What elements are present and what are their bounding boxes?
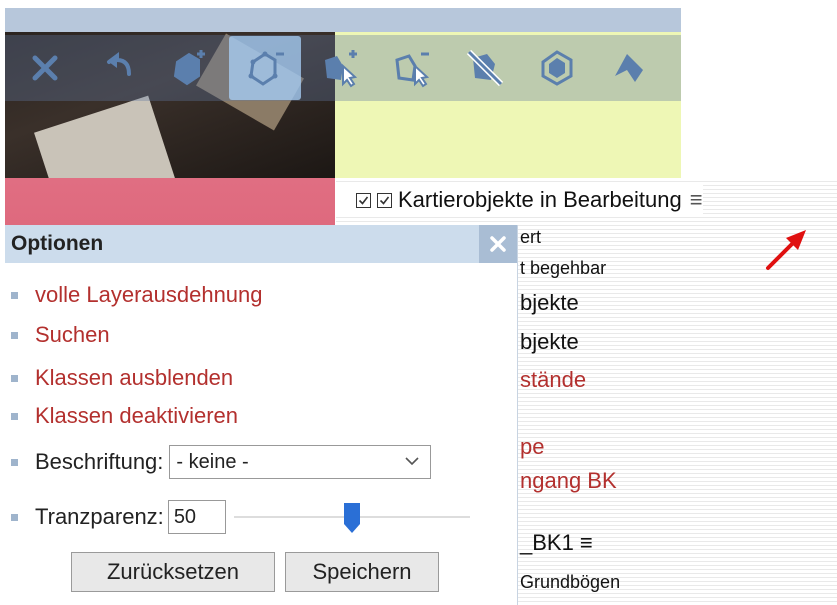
- delete-feature-icon: [466, 49, 504, 87]
- check-icon: [379, 196, 390, 205]
- draw-polygon-subtract-button[interactable]: [229, 36, 301, 100]
- transparency-input-value: 50: [173, 505, 197, 528]
- full-layer-extent-link[interactable]: volle Layerausdehnung: [35, 282, 263, 308]
- layer-row[interactable]: bjekte: [520, 290, 579, 316]
- transparency-slider[interactable]: [233, 500, 470, 534]
- close-options-button[interactable]: [479, 225, 517, 263]
- transform-button[interactable]: [597, 36, 661, 100]
- labeling-row: Beschriftung: - keine -: [11, 445, 432, 479]
- buffer-icon: [541, 50, 573, 86]
- deactivate-classes-link[interactable]: Klassen deaktivieren: [35, 403, 238, 429]
- bullet-icon: [11, 374, 18, 382]
- option-item: Suchen: [11, 322, 110, 348]
- layer-row[interactable]: ert: [520, 227, 541, 248]
- layer-options-menu-icon[interactable]: ≡: [690, 187, 703, 213]
- bullet-icon: [11, 412, 18, 420]
- delete-feature-button[interactable]: [453, 36, 517, 100]
- layer-row[interactable]: Grundbögen: [520, 572, 620, 593]
- edit-toolbar: [5, 35, 681, 101]
- labeling-label: Beschriftung:: [35, 449, 164, 474]
- layer-group-checkbox-2[interactable]: [377, 192, 392, 208]
- polygon-add-icon: [173, 50, 205, 86]
- red-arrow-icon: [766, 230, 806, 270]
- layer-group-title[interactable]: Kartierobjekte in Bearbeitung: [398, 187, 682, 213]
- layer-row[interactable]: t begehbar: [520, 258, 606, 279]
- chevron-down-icon: [405, 457, 419, 466]
- labeling-select[interactable]: - keine -: [169, 445, 432, 479]
- options-panel-header: Optionen: [5, 225, 517, 263]
- undo-button[interactable]: [85, 36, 149, 100]
- slider-thumb[interactable]: [343, 502, 361, 534]
- layer-row[interactable]: stände: [520, 367, 586, 393]
- transparency-input[interactable]: 50: [167, 500, 226, 534]
- close-icon: [490, 236, 506, 252]
- check-icon: [358, 196, 369, 205]
- select-subtract-icon: [395, 52, 430, 88]
- cancel-edit-button[interactable]: [13, 36, 77, 100]
- map-photo-roof: [34, 95, 176, 178]
- layer-group-checkbox-1[interactable]: [356, 192, 371, 208]
- draw-polygon-add-button[interactable]: [157, 36, 221, 100]
- map-top-strip: [5, 8, 681, 32]
- reset-button[interactable]: Zurücksetzen: [71, 552, 275, 592]
- layer-group-header: Kartierobjekte in Bearbeitung ≡: [336, 184, 703, 216]
- buffer-button[interactable]: [525, 36, 589, 100]
- transparency-row: Tranzparenz: 50: [11, 500, 470, 534]
- option-item: Klassen deaktivieren: [11, 403, 238, 429]
- options-panel-title: Optionen: [11, 232, 104, 255]
- layer-row[interactable]: bjekte: [520, 329, 579, 355]
- labeling-select-value: - keine -: [176, 450, 249, 473]
- save-button[interactable]: Speichern: [285, 552, 439, 592]
- search-link[interactable]: Suchen: [35, 322, 110, 348]
- transform-icon: [615, 54, 643, 82]
- polygon-subtract-icon: [248, 51, 284, 86]
- close-icon: [32, 55, 58, 81]
- layer-row[interactable]: _BK1 ≡: [520, 530, 593, 556]
- bullet-icon: [11, 331, 18, 339]
- bullet-icon: [11, 513, 18, 521]
- layer-row[interactable]: ngang BK: [520, 468, 617, 494]
- select-subtract-button[interactable]: [381, 36, 445, 100]
- undo-icon: [107, 52, 131, 76]
- hide-classes-link[interactable]: Klassen ausblenden: [35, 365, 233, 391]
- option-item: Klassen ausblenden: [11, 365, 233, 391]
- select-add-icon: [325, 50, 358, 88]
- options-panel: Optionen volle Layerausdehnung Suchen Kl…: [5, 225, 518, 605]
- bullet-icon: [11, 291, 18, 299]
- select-add-button[interactable]: [309, 36, 373, 100]
- layer-row[interactable]: pe: [520, 434, 544, 460]
- option-item: volle Layerausdehnung: [11, 282, 263, 308]
- transparency-label: Tranzparenz:: [35, 504, 164, 529]
- bullet-icon: [11, 458, 18, 466]
